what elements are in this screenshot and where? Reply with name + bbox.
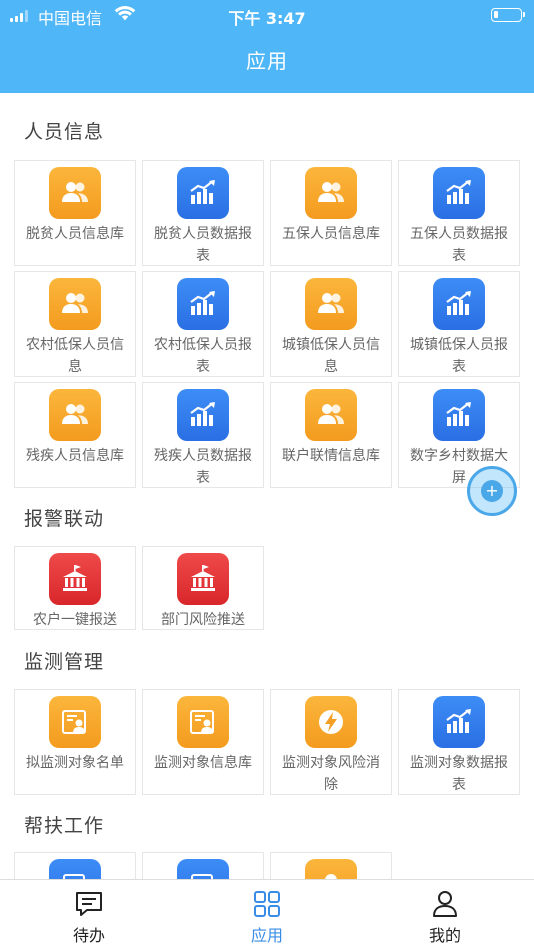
app-tile-label: 拟监测对象名单 [26,755,124,771]
app-list[interactable]: 人员信息 脱贫人员信息库 脱贫人员数据报表 五保人员信息库 五保人员数据报表农村低保人… [0,93,534,879]
people-icon [305,278,357,330]
app-tile-label: 城镇低保人员信息 [282,337,380,375]
tab-label: 待办 [72,926,105,945]
people-icon [49,167,101,219]
app-tile[interactable]: 五保人员数据报表 [398,160,520,266]
chart-icon [177,278,229,330]
people-icon [49,278,101,330]
user-icon [433,891,457,917]
app-tile-label: 农村低保人员信息 [26,337,124,375]
grid-icon [254,891,280,917]
page-title: 应用 [246,49,288,73]
id-card-icon [177,696,229,748]
clock: 下午 3:47 [228,9,306,28]
people-icon [305,389,357,441]
section-title-alarm: 报警联动 [24,508,105,530]
app-tile[interactable]: 农村低保人员信息 [14,271,136,377]
person-icon [305,859,357,879]
section-title-monitoring: 监测管理 [24,651,105,673]
app-tile[interactable]: 城镇低保人员信息 [270,271,392,377]
bank-icon [49,553,101,605]
floating-add-button[interactable]: + [467,466,517,516]
tab-label: 应用 [250,926,283,945]
app-tile[interactable]: 联户联情信息库 [270,382,392,488]
tab-apps[interactable]: 应用 [178,880,356,950]
id-card-icon [49,696,101,748]
app-tile[interactable]: 城镇低保人员报表 [398,271,520,377]
app-tile[interactable]: 残疾人员数据报表 [142,382,264,488]
app-tile[interactable]: 监测对象信息库 [142,689,264,795]
grid-personnel: 脱贫人员信息库 脱贫人员数据报表 五保人员信息库 五保人员数据报表农村低保人员信息 农村… [14,160,520,488]
section-title-assistance: 帮扶工作 [24,815,105,837]
chart-icon [433,389,485,441]
app-tile-label: 监测对象风险消除 [282,755,380,793]
lightning-icon [305,696,357,748]
edit-icon [49,859,101,879]
chart-icon [433,696,485,748]
grid-alarm: 农户一键报送 部门风险推送 [14,546,520,630]
app-tile-label: 城镇低保人员报表 [410,337,508,375]
grid-monitoring: 拟监测对象名单 监测对象信息库 监测对象风险消除 监测对象数据报表 [14,689,520,795]
app-tile-label: 联户联情信息库 [282,448,380,464]
app-tile-label: 脱贫人员数据报表 [154,226,252,264]
app-tile-label: 五保人员信息库 [282,226,380,242]
chart-icon [433,167,485,219]
app-tile[interactable]: 五保人员信息库 [270,160,392,266]
top-bar: 中国电信 下午 3:47 应用 [0,0,534,93]
app-tile-label: 监测对象数据报表 [410,755,508,793]
app-tile[interactable]: 脱贫人员信息库 [14,160,136,266]
app-tile[interactable] [270,852,392,879]
bank-icon [177,553,229,605]
app-tile[interactable]: 部门风险推送 [142,546,264,630]
tab-mine[interactable]: 我的 [356,880,534,950]
people-icon [305,167,357,219]
bottom-tab-bar: 待办 应用 我的 [0,879,534,950]
app-tile[interactable]: 农村低保人员报表 [142,271,264,377]
app-tile[interactable] [14,852,136,879]
app-tile-label: 残疾人员信息库 [26,448,124,464]
app-tile-label: 农户一键报送 [33,612,117,628]
app-tile[interactable]: 监测对象数据报表 [398,689,520,795]
app-tile[interactable]: 脱贫人员数据报表 [142,160,264,266]
people-icon [49,389,101,441]
plus-icon: + [481,480,503,502]
status-bar: 中国电信 下午 3:47 [0,0,534,30]
app-tile-label: 部门风险推送 [161,612,245,628]
app-tile-label: 监测对象信息库 [154,755,252,771]
app-tile-label: 五保人员数据报表 [410,226,508,264]
app-tile-label: 脱贫人员信息库 [26,226,124,242]
app-tile-label: 农村低保人员报表 [154,337,252,375]
app-tile[interactable]: 监测对象风险消除 [270,689,392,795]
message-icon [76,892,102,916]
chart-icon [433,278,485,330]
tab-label: 我的 [428,926,461,945]
edit-icon [177,859,229,879]
section-title-personnel: 人员信息 [24,121,105,143]
battery-icon [491,8,525,22]
tab-todo[interactable]: 待办 [0,880,178,950]
app-tile[interactable]: 残疾人员信息库 [14,382,136,488]
chart-icon [177,167,229,219]
app-tile[interactable]: 农户一键报送 [14,546,136,630]
app-tile[interactable]: 拟监测对象名单 [14,689,136,795]
grid-assistance [14,852,520,879]
chart-icon [177,389,229,441]
app-tile-label: 残疾人员数据报表 [154,448,252,486]
app-tile[interactable] [142,852,264,879]
